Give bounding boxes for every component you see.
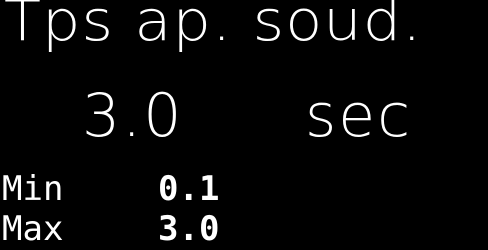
max-limit-label: Max [2,209,64,249]
lcd-screen: Tps ap. soud. 3.0 sec Min 0.1 Max 3.0 [0,0,488,250]
min-limit-value: 0.1 [158,169,220,209]
parameter-title: Tps ap. soud. [4,0,423,54]
parameter-value: 3.0 [82,81,184,151]
parameter-unit: sec [305,81,413,151]
max-limit-value: 3.0 [158,209,220,249]
min-limit-label: Min [2,169,64,209]
